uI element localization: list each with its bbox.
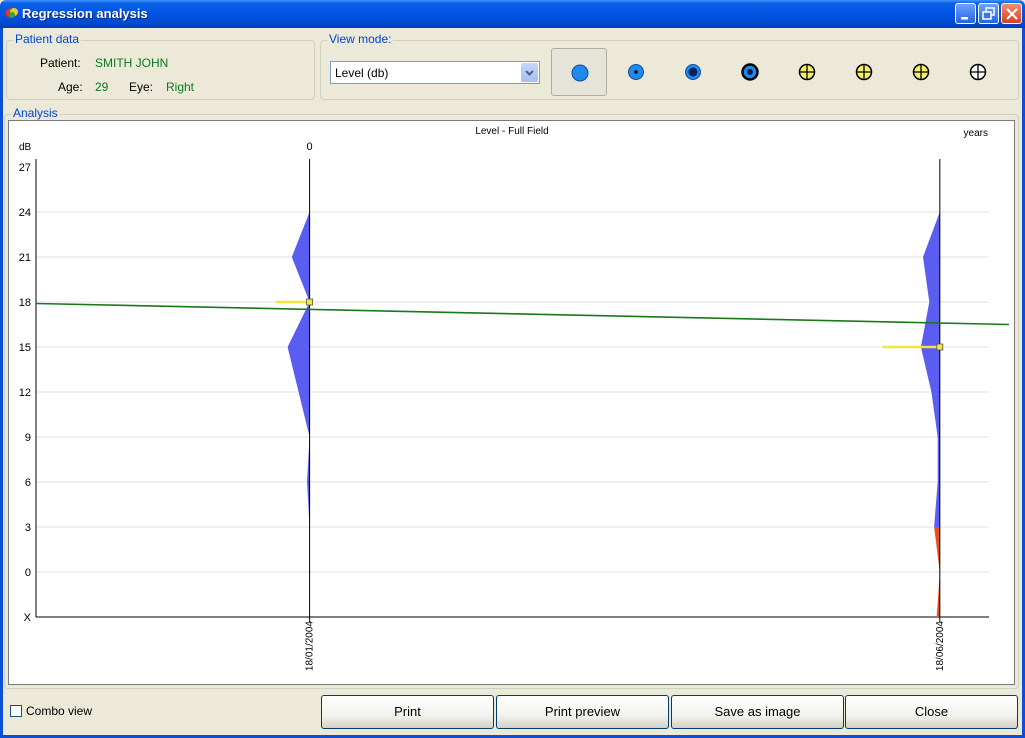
eye-label: Eye: [129,80,154,94]
chart-title: Level - Full Field [475,126,548,137]
y-tick-label: 0 [25,567,31,579]
distribution-blue [287,212,310,527]
circle-black-center-icon [741,63,759,81]
y-tick-label: 18 [19,297,31,309]
y-tick-label: 24 [19,207,31,219]
window-title: Regression analysis [22,6,148,21]
y-tick-label: 21 [19,252,31,264]
regression-line [35,302,1010,326]
y-tick-label: 27 [19,162,31,174]
mean-point [936,343,944,351]
save-as-image-button[interactable]: Save as image [671,695,844,729]
circle-dot-icon [628,64,644,80]
y-tick-label: 12 [19,387,31,399]
mean-point [306,298,314,306]
view-mode-button-2[interactable] [608,48,664,96]
view-mode-button-3[interactable] [665,48,721,96]
view-mode-button-6[interactable] [836,48,892,96]
close-button[interactable]: Close [845,695,1018,729]
age-label: Age: [58,80,83,94]
close-icon [1006,8,1018,20]
view-mode-button-4[interactable] [722,48,778,96]
view-mode-button-5[interactable] [779,48,835,96]
print-button[interactable]: Print [321,695,494,729]
patient-name: SMITH JOHN [95,56,169,70]
y-tick-label: 15 [19,342,31,354]
patient-data-group: Patient data Patient: SMITH JOHN Age: 29… [6,32,315,100]
cross-circle-yellow-icon [798,63,816,81]
restore-button[interactable] [978,3,999,24]
x-top-tick-label: 0 [307,141,313,153]
cross-circle-yellow-icon [969,63,987,81]
distribution-blue [920,212,940,527]
analysis-plot: 27 24 21 18 15 12 9 6 3 0 X Level - Full Field dB yea… [8,120,1015,685]
patient-data-legend: Patient data [13,32,82,46]
combo-view-label: Combo view [26,704,93,718]
circle-dark-center-icon [685,64,701,80]
view-mode-button-1[interactable] [551,48,607,96]
print-preview-button[interactable]: Print preview [496,695,669,729]
view-mode-select[interactable]: Level (db) [330,61,540,84]
patient-label: Patient: [40,56,81,70]
cross-circle-yellow-icon [912,63,930,81]
app-icon [5,8,18,18]
restore-icon [982,7,995,20]
chevron-down-icon[interactable] [521,63,538,82]
x-date-label: 18/01/2004 [305,621,316,671]
y-tick-label: 9 [25,432,31,444]
title-bar: Regression analysis [0,0,1025,28]
regression-chart: 27 24 21 18 15 12 9 6 3 0 X Level - Full Field dB yea… [19,126,1010,671]
analysis-legend: Analysis [11,106,60,120]
cross-circle-yellow-icon [855,63,873,81]
view-mode-legend: View mode: [327,32,394,46]
view-mode-button-8[interactable] [950,48,1006,96]
view-mode-button-7[interactable] [893,48,949,96]
view-mode-selected: Level (db) [335,66,389,80]
x-date-label: 18/06/2004 [935,621,946,671]
y-axis-label: dB [19,142,32,153]
y-tick-label: X [24,612,32,624]
y-tick-label: 6 [25,477,31,489]
minimize-icon [961,17,968,20]
age-value: 29 [95,80,109,94]
minimize-button[interactable] [955,3,976,24]
circle-filled-icon [571,64,589,82]
y-tick-label: 3 [25,522,31,534]
window-frame-left [0,28,3,738]
combo-view-checkbox[interactable] [10,705,22,717]
close-window-button[interactable] [1001,3,1022,24]
x-axis-unit-label: years [964,128,988,139]
eye-value: Right [166,80,195,94]
